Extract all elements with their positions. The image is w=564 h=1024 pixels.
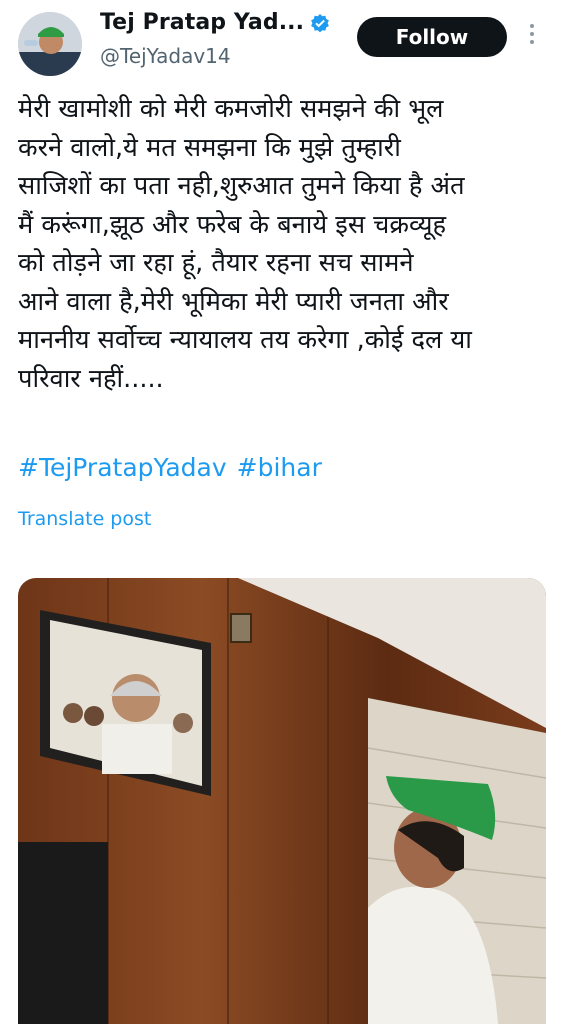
- post-media-image[interactable]: [18, 578, 546, 1024]
- author-display-name[interactable]: Tej Pratap Yad...: [100, 10, 304, 35]
- translate-post-link[interactable]: Translate post: [18, 508, 151, 530]
- post-text: मेरी खामोशी को मेरी कमजोरी समझने की भूल …: [18, 90, 546, 398]
- verified-badge-icon: [310, 13, 330, 33]
- follow-button[interactable]: Follow: [357, 17, 507, 57]
- author-name-row: Tej Pratap Yad...: [100, 10, 330, 35]
- hashtag-row: #TejPratapYadav #bihar: [18, 453, 322, 482]
- post-line: को तोड़ने जा रहा हूं, तैयार रहना सच सामन…: [18, 248, 414, 278]
- post-line: मैं करूंगा,झूठ और फरेब के बनाये इस चक्रव…: [18, 209, 446, 240]
- post-line: माननीय सर्वोच्च न्यायालय तय करेगा ,कोई द…: [18, 325, 472, 355]
- hashtag-link[interactable]: #bihar: [237, 453, 322, 482]
- post-line: परिवार नहीं.....: [18, 363, 164, 394]
- post-line: करने वालो,ये मत समझना कि मुझे तुम्हारी: [18, 132, 401, 163]
- author-avatar[interactable]: [18, 12, 82, 76]
- hashtag-link[interactable]: #TejPratapYadav: [18, 453, 227, 482]
- post-line: साजिशों का पता नही,शुरुआत तुमने किया है …: [18, 171, 465, 201]
- post-line: मेरी खामोशी को मेरी कमजोरी समझने की भूल: [18, 94, 444, 124]
- author-handle[interactable]: @TejYadav14: [100, 44, 231, 68]
- more-vertical-icon[interactable]: [526, 24, 538, 52]
- post-line: आने वाला है,मेरी भूमिका मेरी प्यारी जनता…: [18, 286, 449, 317]
- post-header: Tej Pratap Yad... @TejYadav14 Follow: [0, 0, 564, 80]
